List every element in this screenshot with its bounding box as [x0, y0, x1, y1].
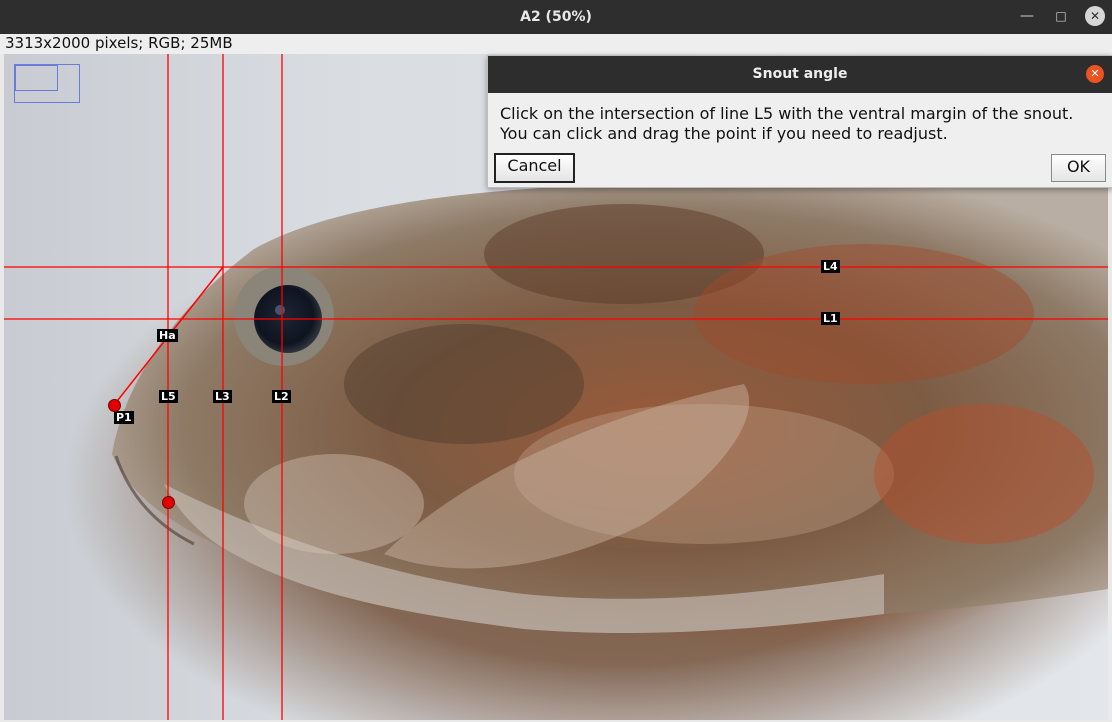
label-l4: L4: [821, 260, 840, 273]
dialog-message: Click on the intersection of line L5 wit…: [500, 104, 1073, 144]
minimize-icon[interactable]: —: [1010, 0, 1044, 34]
dialog-title: Snout angle: [752, 66, 848, 82]
navigator-box[interactable]: [14, 64, 80, 103]
dialog-message-line-2: You can click and drag the point if you …: [500, 124, 948, 143]
dialog-message-line-1: Click on the intersection of line L5 wit…: [500, 104, 1074, 123]
label-l3: L3: [213, 390, 232, 403]
window-titlebar: A2 (50%) — □ ✕: [0, 0, 1112, 34]
point-p1[interactable]: [108, 399, 121, 412]
maximize-icon[interactable]: □: [1044, 0, 1078, 34]
image-info-bar: 3313x2000 pixels; RGB; 25MB: [0, 34, 1112, 54]
close-icon[interactable]: ✕: [1086, 65, 1104, 83]
label-l1: L1: [821, 312, 840, 325]
close-icon[interactable]: ✕: [1078, 0, 1112, 34]
navigator-viewport[interactable]: [15, 65, 58, 91]
label-ha: Ha: [157, 329, 178, 342]
dialog-titlebar: Snout angle ✕: [488, 56, 1112, 93]
label-l5: L5: [159, 390, 178, 403]
image-info-text: 3313x2000 pixels; RGB; 25MB: [5, 34, 233, 52]
point-l5-ventral[interactable]: [162, 496, 175, 509]
window-title: A2 (50%): [520, 9, 592, 25]
label-l2: L2: [272, 390, 291, 403]
snout-angle-dialog: Snout angle ✕ Click on the intersection …: [487, 55, 1112, 188]
ok-button[interactable]: OK: [1051, 154, 1106, 182]
cancel-button[interactable]: Cancel: [494, 153, 575, 183]
label-p1: P1: [114, 411, 134, 424]
